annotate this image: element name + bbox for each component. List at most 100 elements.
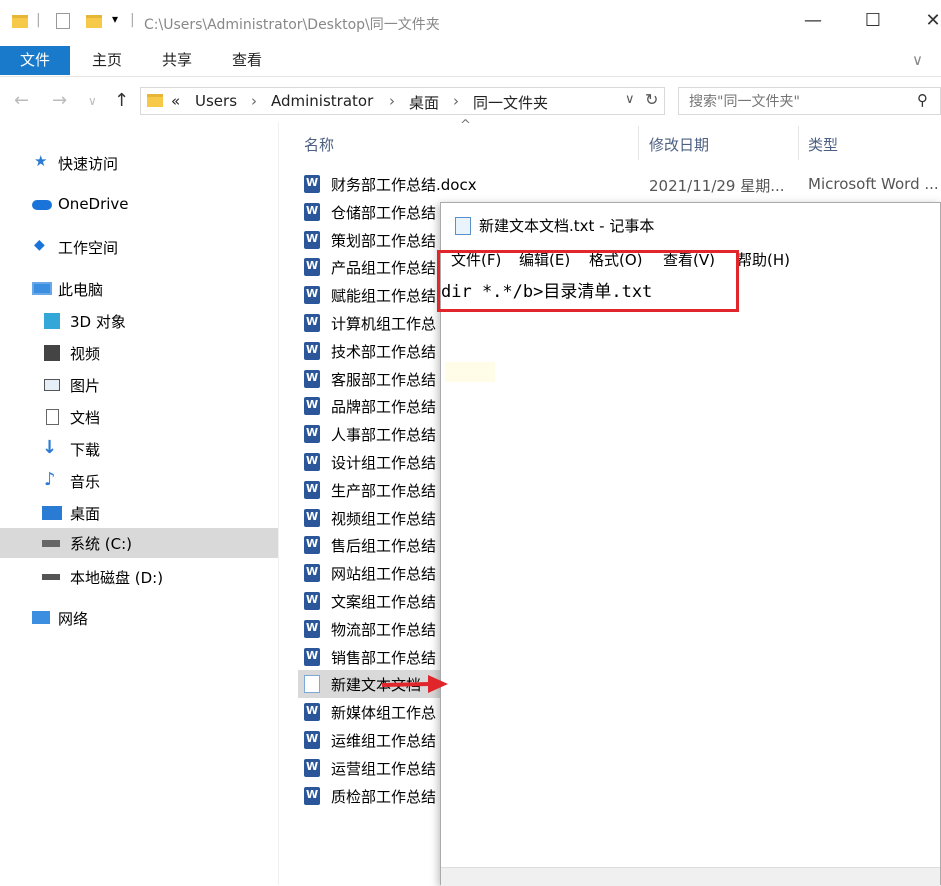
word-document-icon <box>304 758 320 777</box>
desktop-icon <box>42 506 62 520</box>
word-document-icon <box>304 369 320 388</box>
tab-home[interactable]: 主页 <box>92 46 122 75</box>
sidebar-item-label: 桌面 <box>70 505 101 523</box>
tab-file[interactable]: 文件 <box>0 46 70 75</box>
column-header-type[interactable]: 类型 <box>808 134 838 155</box>
network-icon <box>32 611 50 624</box>
notepad-title: 新建文本文档.txt - 记事本 <box>479 217 655 235</box>
properties-icon[interactable] <box>56 13 70 29</box>
sidebar-item-videos[interactable]: 视频 <box>0 338 278 368</box>
file-name: 仓储部工作总结 <box>331 203 437 222</box>
column-divider[interactable] <box>638 126 639 160</box>
star-icon: ★ <box>34 152 48 170</box>
file-name: 客服部工作总结 <box>331 370 437 389</box>
file-name: 售后组工作总结 <box>331 537 437 556</box>
video-icon <box>44 345 60 361</box>
address-bar[interactable]: « Users › Administrator › 桌面 › 同一文件夹 ∨ ↻ <box>140 87 665 115</box>
quick-access-dropdown-icon[interactable]: ▾ <box>112 12 118 26</box>
file-name: 赋能组工作总结 <box>331 287 437 306</box>
address-dropdown-icon[interactable]: ∨ <box>625 92 635 107</box>
sidebar-item-desktop[interactable]: 桌面 <box>0 498 278 528</box>
file-name: 策划部工作总结 <box>331 231 437 250</box>
file-name: 财务部工作总结.docx <box>331 176 477 194</box>
annotation-arrow-icon <box>381 675 448 693</box>
horizontal-scrollbar[interactable] <box>441 867 940 886</box>
cube-icon <box>44 313 60 329</box>
tab-share[interactable]: 共享 <box>162 46 192 75</box>
word-document-icon <box>304 341 320 360</box>
breadcrumb-users[interactable]: Users <box>195 92 237 110</box>
forward-icon[interactable]: → <box>52 90 67 111</box>
sidebar-item-onedrive[interactable]: OneDrive <box>0 190 278 220</box>
breadcrumb-overflow[interactable]: « <box>171 92 180 110</box>
window-title-path: C:\Users\Administrator\Desktop\同一文件夹 <box>144 17 440 33</box>
annotation-highlight-box <box>437 250 739 312</box>
sidebar-item-quick-access[interactable]: ★ 快速访问 <box>0 148 278 178</box>
breadcrumb-separator[interactable]: › <box>389 92 395 110</box>
notepad-icon <box>455 217 471 235</box>
file-name: 生产部工作总结 <box>331 481 437 500</box>
separator: | <box>130 12 135 28</box>
column-divider[interactable] <box>798 126 799 160</box>
file-name: 销售部工作总结 <box>331 648 437 667</box>
file-name: 文案组工作总结 <box>331 593 437 611</box>
word-document-icon <box>304 397 320 416</box>
title-bar: | ▾ | C:\Users\Administrator\Desktop\同一文… <box>0 0 941 46</box>
sidebar-item-documents[interactable]: 文档 <box>0 402 278 432</box>
sidebar-item-network[interactable]: 网络 <box>0 603 278 633</box>
breadcrumb-current-folder[interactable]: 同一文件夹 <box>473 92 548 113</box>
drive-icon <box>42 574 60 580</box>
ribbon-expand-icon[interactable]: ∨ <box>912 46 923 75</box>
word-document-icon <box>304 202 320 221</box>
sidebar-item-pictures[interactable]: 图片 <box>0 370 278 400</box>
maximize-button[interactable]: ☐ <box>858 10 888 31</box>
column-header-name[interactable]: 名称 <box>304 134 334 155</box>
menu-help[interactable]: 帮助(H) <box>737 249 790 270</box>
file-name: 人事部工作总结 <box>331 426 437 445</box>
sidebar-item-drive-d[interactable]: 本地磁盘 (D:) <box>0 562 278 592</box>
word-document-icon <box>304 647 320 666</box>
word-document-icon <box>304 731 320 749</box>
sidebar-item-label: 视频 <box>70 345 101 363</box>
breadcrumb-administrator[interactable]: Administrator <box>271 92 373 110</box>
file-name: 视频组工作总结 <box>331 509 437 528</box>
file-name: 品牌部工作总结 <box>331 398 437 417</box>
sidebar-item-drive-c[interactable]: 系统 (C:) <box>0 528 278 558</box>
recent-dropdown-icon[interactable]: ∨ <box>88 94 97 108</box>
breadcrumb-desktop[interactable]: 桌面 <box>409 92 439 113</box>
sidebar-item-this-pc[interactable]: 此电脑 <box>0 274 278 304</box>
sidebar-item-3d-objects[interactable]: 3D 对象 <box>0 306 278 336</box>
back-icon[interactable]: ← <box>14 90 29 111</box>
file-name: 质检部工作总结 <box>331 787 437 806</box>
separator: | <box>36 12 41 28</box>
word-document-icon <box>304 286 320 305</box>
document-icon <box>46 409 59 425</box>
column-header-date[interactable]: 修改日期 <box>649 134 709 155</box>
close-button[interactable]: ✕ <box>918 10 941 31</box>
sidebar-item-workspace[interactable]: ◆ 工作空间 <box>0 232 278 262</box>
sidebar-item-music[interactable]: ♪ 音乐 <box>0 466 278 496</box>
sidebar-item-label: 图片 <box>70 377 101 395</box>
ribbon-tabs: 文件 主页 共享 查看 ∨ <box>0 46 941 77</box>
breadcrumb-separator[interactable]: › <box>251 92 257 110</box>
sidebar-item-label: OneDrive <box>58 195 129 213</box>
minimize-button[interactable]: — <box>798 10 828 31</box>
file-name: 物流部工作总结 <box>331 620 437 639</box>
search-input[interactable] <box>687 90 901 114</box>
sidebar-item-label: 本地磁盘 (D:) <box>70 569 164 587</box>
sidebar-item-label: 系统 (C:) <box>70 535 132 553</box>
search-icon[interactable]: ⚲ <box>917 91 928 109</box>
word-document-icon <box>304 564 320 583</box>
highlight-mark <box>445 362 495 382</box>
search-box[interactable]: ⚲ <box>678 87 941 115</box>
sidebar-item-label: 网络 <box>58 610 89 628</box>
breadcrumb-separator[interactable]: › <box>453 92 459 110</box>
word-document-icon <box>304 592 320 610</box>
tab-view[interactable]: 查看 <box>232 46 262 75</box>
word-document-icon <box>304 786 320 805</box>
new-folder-icon[interactable] <box>86 15 102 28</box>
up-icon[interactable]: ↑ <box>114 90 129 111</box>
sidebar-item-downloads[interactable]: ↓ 下载 <box>0 434 278 464</box>
sidebar-item-label: 快速访问 <box>58 155 119 173</box>
refresh-icon[interactable]: ↻ <box>645 90 658 109</box>
